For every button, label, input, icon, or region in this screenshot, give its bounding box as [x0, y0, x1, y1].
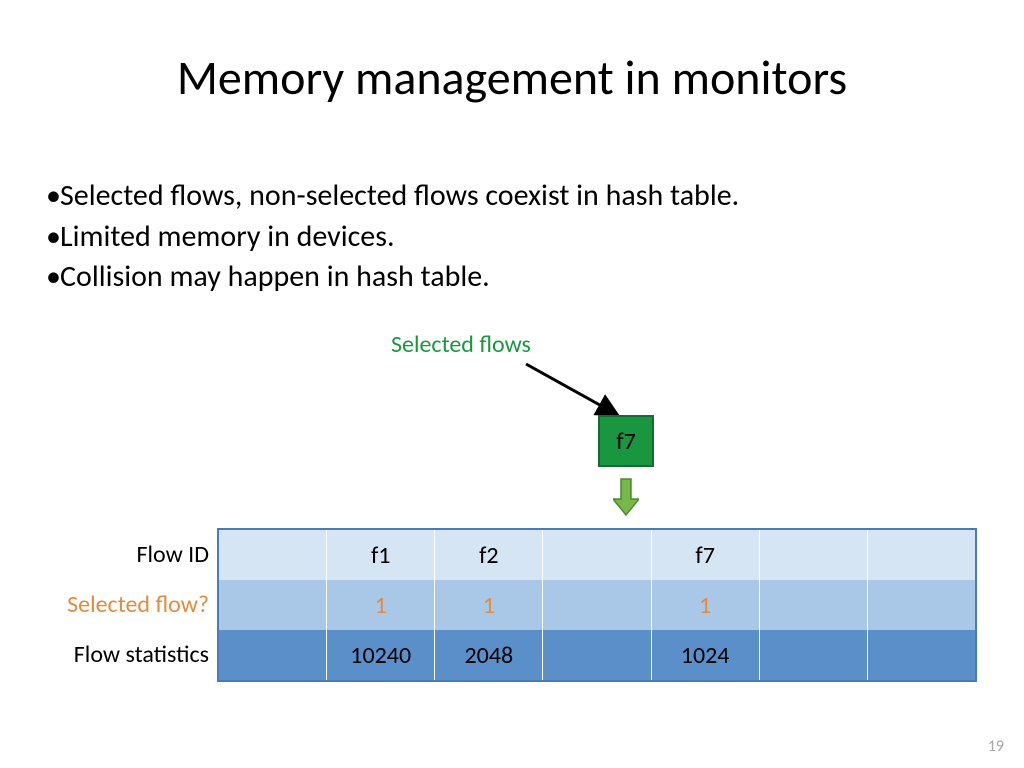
down-arrow-icon — [613, 477, 639, 517]
bullet-text: Collision may happen in hash table. — [60, 257, 490, 298]
incoming-flow-box: f7 — [598, 415, 654, 467]
row-label-stats: Flow statistics — [9, 640, 209, 669]
table-row-stats: 10240 2048 1024 — [219, 630, 975, 680]
bullet-item: •Limited memory in devices. — [46, 217, 739, 258]
table-cell: f2 — [435, 530, 543, 580]
table-cell: 1 — [327, 580, 435, 630]
table-cell — [543, 530, 651, 580]
table-cell: 1024 — [652, 630, 760, 680]
bullet-item: •Collision may happen in hash table. — [46, 257, 739, 298]
hash-table: f1 f2 f7 1 1 1 10240 2048 1024 — [217, 528, 977, 682]
row-label-selected: Selected flow? — [9, 590, 209, 619]
table-cell: 1 — [652, 580, 760, 630]
table-cell — [219, 630, 327, 680]
table-cell — [760, 530, 868, 580]
table-cell — [219, 580, 327, 630]
table-cell: 10240 — [327, 630, 435, 680]
bullet-list: •Selected flows, non-selected flows coex… — [46, 176, 739, 298]
table-cell — [543, 630, 651, 680]
bullet-text: Selected flows, non-selected flows coexi… — [60, 176, 739, 217]
table-cell — [868, 630, 975, 680]
table-cell — [760, 630, 868, 680]
table-cell — [760, 580, 868, 630]
table-cell: f7 — [652, 530, 760, 580]
table-cell — [868, 580, 975, 630]
table-cell: 1 — [435, 580, 543, 630]
bullet-text: Limited memory in devices. — [60, 217, 395, 258]
selected-flows-label: Selected flows — [391, 330, 531, 359]
table-row-flow-id: f1 f2 f7 — [219, 530, 975, 580]
table-cell — [219, 530, 327, 580]
table-row-selected: 1 1 1 — [219, 580, 975, 630]
slide-title: Memory management in monitors — [0, 48, 1024, 107]
row-label-flow-id: Flow ID — [9, 540, 209, 569]
table-cell: f1 — [327, 530, 435, 580]
incoming-flow-label: f7 — [616, 427, 636, 456]
table-cell — [868, 530, 975, 580]
table-cell: 2048 — [435, 630, 543, 680]
page-number: 19 — [988, 737, 1004, 756]
table-cell — [543, 580, 651, 630]
bullet-item: •Selected flows, non-selected flows coex… — [46, 176, 739, 217]
